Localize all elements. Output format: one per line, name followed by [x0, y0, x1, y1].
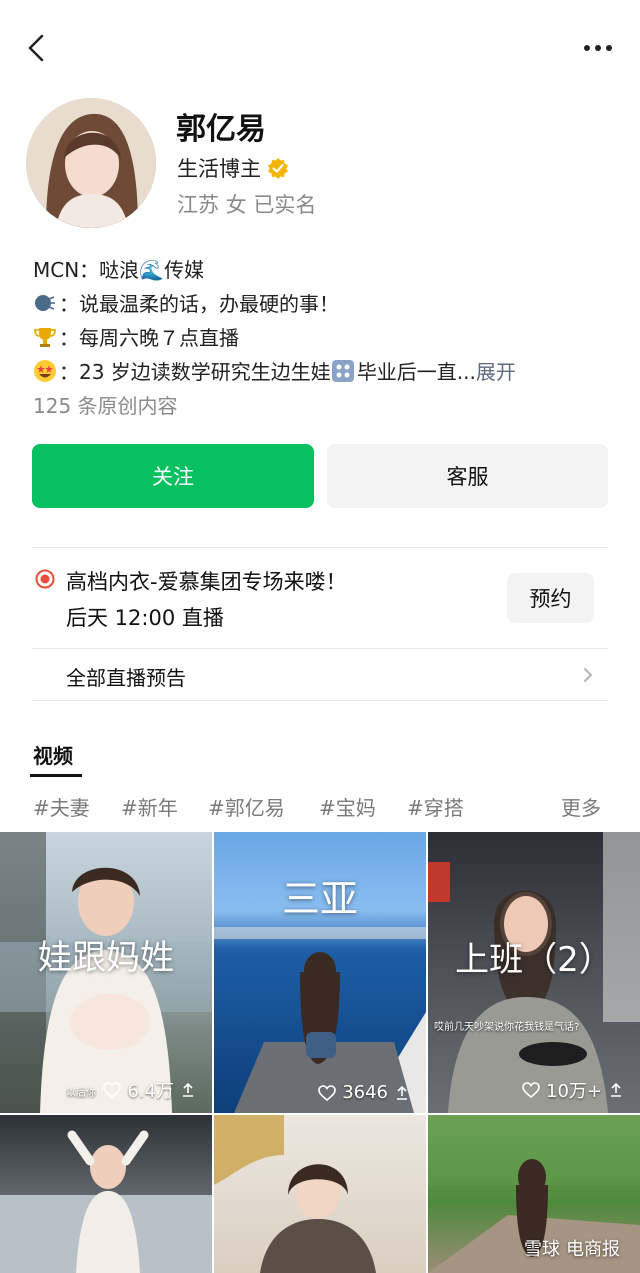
tag-mom[interactable]: #宝妈 [319, 792, 376, 821]
video-like-count: 10万+ [546, 1081, 602, 1102]
video-overlay-text: 上班（2） [455, 940, 613, 980]
bio-line-mcn: MCN：哒浪🌊传媒 [33, 258, 205, 282]
divider [32, 700, 608, 701]
video-overlay-text: 娃跟妈姓 [38, 938, 174, 978]
profile-name: 郭亿易 [176, 112, 266, 147]
expand-link[interactable]: 展开 [476, 360, 516, 384]
heart-icon [522, 1082, 540, 1098]
bio-line-intro: ：23 岁边读数学研究生边生娃 毕业后一直...展开 [33, 356, 516, 385]
star-eyes-emoji-icon [34, 360, 56, 382]
avatar-photo [26, 98, 156, 228]
chevron-right-icon[interactable] [580, 664, 596, 686]
avatar[interactable] [26, 98, 156, 228]
watermark-logo: 雪球 [524, 1239, 560, 1260]
profile-meta: 江苏 女 已实名 [177, 193, 317, 217]
video-likes: 10万+ [522, 1077, 624, 1103]
original-count: 125 条原创内容 [33, 394, 178, 418]
profile-role: 生活博主 [177, 153, 289, 183]
video-tile[interactable]: 娃跟妈姓 以后你 6.4万 [0, 832, 212, 1113]
bio-motto-text: ：说最温柔的话，办最硬的事！ [59, 292, 339, 316]
video-thumbnail [0, 1130, 212, 1273]
video-caption: 哎前几天吵架说你花我钱是气话? [434, 1022, 580, 1033]
verified-badge-icon [268, 158, 288, 179]
video-thumbnail [214, 1115, 376, 1273]
heart-icon [103, 1082, 122, 1098]
divider [32, 648, 608, 649]
video-tile[interactable] [0, 1115, 212, 1273]
family-emoji-icon [331, 360, 354, 382]
tag-couple[interactable]: #夫妻 [33, 792, 90, 821]
tab-underline [30, 774, 82, 777]
divider [32, 547, 608, 548]
watermark: 雪球 电商报 [524, 1235, 620, 1261]
video-like-count: 6.4万 [127, 1081, 174, 1102]
trophy-emoji-icon [34, 328, 56, 347]
tag-outfit[interactable]: #穿搭 [407, 792, 464, 821]
live-title: 高档内衣-爱慕集团专场来喽！ [66, 570, 347, 594]
video-tile[interactable]: 三亚 3646 [214, 832, 426, 1113]
bio-intro-text: ：23 岁边读数学研究生边生娃 [59, 360, 331, 384]
video-likes: 6.4万 [103, 1077, 196, 1103]
video-tile[interactable] [214, 1115, 426, 1273]
watermark-source: 电商报 [566, 1239, 620, 1260]
heart-icon [318, 1084, 336, 1101]
live-time: 后天 12:00 直播 [66, 606, 224, 630]
share-icon[interactable] [608, 1082, 624, 1098]
share-icon[interactable] [394, 1085, 410, 1101]
reserve-button[interactable]: 预约 [507, 573, 594, 623]
speaking-emoji-icon [35, 295, 55, 311]
video-overlay-text: 三亚 [281, 877, 358, 921]
tag-new-year[interactable]: #新年 [121, 792, 178, 821]
top-bar [0, 0, 640, 96]
video-likes: 3646 [318, 1082, 410, 1103]
bio-line-motto: ：说最温柔的话，办最硬的事！ [33, 288, 339, 317]
customer-service-button[interactable]: 客服 [327, 444, 608, 508]
more-icon[interactable] [578, 30, 618, 66]
video-tile[interactable]: 雪球 电商报 [428, 1115, 640, 1273]
video-caption: 以后你 [66, 1088, 96, 1099]
back-icon[interactable] [22, 30, 50, 66]
role-label: 生活博主 [177, 157, 261, 181]
more-tags-link[interactable]: 更多 [561, 792, 601, 821]
share-icon[interactable] [180, 1082, 196, 1098]
video-like-count: 3646 [342, 1082, 388, 1103]
all-live-previews-link[interactable]: 全部直播预告 [66, 662, 186, 691]
follow-button[interactable]: 关注 [32, 444, 314, 508]
bio-line-live: ：每周六晚７点直播 [33, 322, 239, 351]
video-tile[interactable]: 上班（2） 哎前几天吵架说你花我钱是气话? 10万+ [428, 832, 640, 1113]
live-indicator-icon [35, 569, 55, 589]
tag-name[interactable]: #郭亿易 [208, 792, 285, 821]
bio-live-text: ：每周六晚７点直播 [59, 326, 239, 350]
tab-video[interactable]: 视频 [33, 740, 73, 769]
bio-intro-tail: 毕业后一直... [356, 360, 476, 384]
